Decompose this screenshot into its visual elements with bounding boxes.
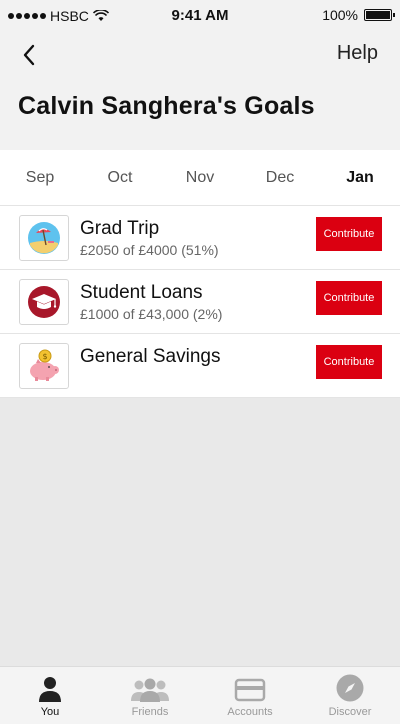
tab-label: Accounts	[227, 706, 273, 718]
goal-progress: £1000 of £43,000 (2%)	[80, 306, 223, 322]
goal-icon-frame	[19, 279, 69, 325]
page-title: Calvin Sanghera's Goals	[18, 92, 315, 120]
piggy-bank-icon: $	[30, 349, 59, 381]
month-selector: Sep Oct Nov Dec Jan	[0, 150, 400, 206]
card-icon	[234, 678, 266, 702]
month-tab-oct[interactable]: Oct	[80, 169, 160, 187]
battery-area: 100%	[322, 7, 395, 23]
back-button[interactable]	[14, 40, 44, 70]
chevron-left-icon	[23, 44, 35, 66]
goal-row-general-savings[interactable]: $ General Savings Contribute	[0, 334, 400, 398]
svg-text:$: $	[42, 352, 47, 361]
battery-icon	[364, 9, 395, 21]
goal-row-student-loans[interactable]: Student Loans £1000 of £43,000 (2%) Cont…	[0, 270, 400, 334]
tab-label: You	[40, 706, 60, 718]
goal-name: Student Loans	[80, 282, 203, 303]
tab-bar: You Friends Accounts Discover	[0, 666, 400, 724]
goal-icon-frame	[19, 215, 69, 261]
tab-accounts[interactable]: Accounts	[200, 667, 300, 724]
month-tab-dec[interactable]: Dec	[240, 169, 320, 187]
person-icon	[39, 677, 61, 702]
header: Help Calvin Sanghera's Goals	[0, 30, 400, 150]
goal-name: Grad Trip	[80, 218, 160, 239]
beach-icon	[28, 222, 60, 254]
goal-name: General Savings	[80, 346, 221, 367]
tab-label: Friends	[131, 706, 169, 718]
tab-friends[interactable]: Friends	[100, 667, 200, 724]
status-bar: HSBC 9:41 AM 100%	[0, 0, 400, 30]
battery-percent: 100%	[322, 7, 358, 23]
month-tab-jan[interactable]: Jan	[320, 169, 400, 187]
month-tab-nov[interactable]: Nov	[160, 169, 240, 187]
month-tab-sep[interactable]: Sep	[0, 169, 80, 187]
friends-icon	[131, 678, 169, 702]
goal-icon-frame: $	[19, 343, 69, 389]
tab-discover[interactable]: Discover	[300, 667, 400, 724]
tab-you[interactable]: You	[0, 667, 100, 724]
contribute-button[interactable]: Contribute	[316, 345, 382, 379]
help-link[interactable]: Help	[337, 42, 378, 65]
contribute-button[interactable]: Contribute	[316, 281, 382, 315]
graduation-cap-icon	[28, 286, 60, 318]
tab-label: Discover	[328, 706, 372, 718]
contribute-button[interactable]: Contribute	[316, 217, 382, 251]
goal-row-grad-trip[interactable]: Grad Trip £2050 of £4000 (51%) Contribut…	[0, 206, 400, 270]
goal-progress: £2050 of £4000 (51%)	[80, 242, 219, 258]
goals-list: Grad Trip £2050 of £4000 (51%) Contribut…	[0, 206, 400, 398]
compass-icon	[336, 674, 364, 702]
